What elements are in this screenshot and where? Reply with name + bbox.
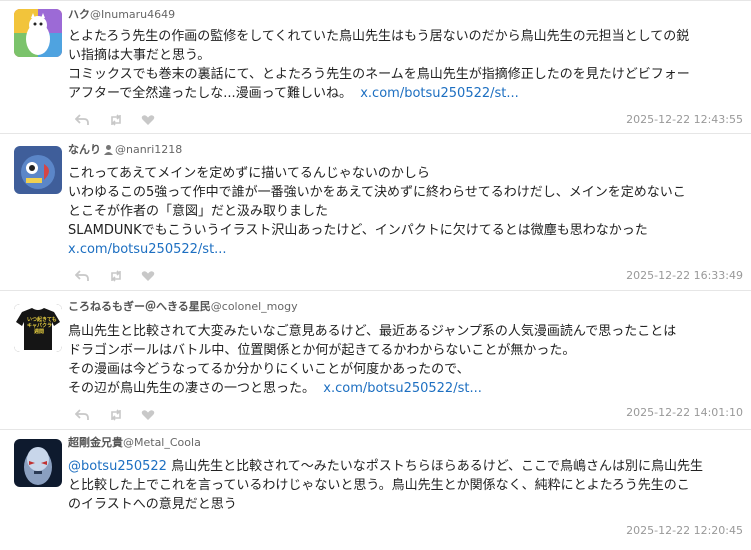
timestamp[interactable]: 2025-12-22 12:43:55: [626, 113, 743, 126]
tweet-line: と比較した上でこれを言っているわけじゃないと思う。鳥山先生とか関係なく、純粋にと…: [68, 478, 690, 493]
reply-icon[interactable]: [74, 268, 90, 284]
tweet-line: その漫画は今どうなってるか分かりにくいことが何度かあったので、: [68, 362, 470, 377]
user-handle[interactable]: @colonel_mogy: [211, 300, 298, 313]
user-handle[interactable]: @Inumaru4649: [90, 8, 175, 21]
tweet-link[interactable]: x.com/botsu250522/st...: [323, 381, 482, 396]
avatar[interactable]: [14, 439, 62, 487]
tweet-line-text: 鳥山先生と比較されて～みたいなポストちらほらあるけど、ここで鳥嶋さんは別に鳥山先…: [166, 459, 704, 474]
tweet-line: のイラストへの意見だと思う: [68, 497, 237, 512]
tweet: 超剛金兄貴@Metal_Coola @botsu250522 鳥山先生と比較され…: [0, 429, 751, 550]
retweet-icon[interactable]: [108, 268, 124, 284]
user-badge-icon: [103, 144, 114, 159]
tweet-text: 鳥山先生と比較されて大変みたいなご意見あるけど、最近あるジャンプ系の人気漫画読ん…: [68, 322, 744, 398]
user-handle[interactable]: @nanri1218: [115, 143, 182, 156]
tweet-header: ハク@Inumaru4649: [68, 8, 175, 22]
avatar[interactable]: [14, 9, 62, 57]
avatar[interactable]: いつ起きても キャパクラ 週間: [14, 304, 62, 352]
display-name[interactable]: ハク: [68, 8, 90, 21]
tweet-line: これってあえてメインを定めずに描いてるんじゃないのかしら: [68, 166, 430, 181]
heart-icon[interactable]: [140, 112, 156, 128]
tweet-line: その辺が鳥山先生の凄さの一つと思った。 x.com/botsu250522/st…: [68, 379, 744, 398]
tweet-link[interactable]: x.com/botsu250522/st...: [68, 242, 227, 257]
tweet-header: 超剛金兄貴@Metal_Coola: [68, 436, 201, 450]
reply-icon[interactable]: [74, 407, 90, 423]
heart-icon[interactable]: [140, 407, 156, 423]
timestamp[interactable]: 2025-12-22 12:20:45: [626, 524, 743, 537]
tweet-line: 鳥山先生と比較されて大変みたいなご意見あるけど、最近あるジャンプ系の人気漫画読ん…: [68, 324, 677, 339]
display-name[interactable]: ころねるもぎー＠へきる星民: [68, 300, 211, 313]
tweet-text: とよたろう先生の作画の監修をしてくれていた鳥山先生はもう居ないのだから鳥山先生の…: [68, 27, 744, 103]
reply-icon[interactable]: [74, 112, 90, 128]
tweet-line: いわゆるこの5強って作中で誰が一番強いかをあえて決めずに終わらせてるわけだし、メ…: [68, 185, 686, 200]
tweet-header: なんり @nanri1218: [68, 143, 182, 159]
tweet-line: x.com/botsu250522/st...: [68, 240, 744, 259]
shirt-print: いつ起きても キャパクラ 週間: [27, 317, 57, 335]
tweet-line-text: アフターで全然違ったしな...漫画って難しいね。: [68, 86, 352, 101]
timestamp[interactable]: 2025-12-22 16:33:49: [626, 269, 743, 282]
timestamp[interactable]: 2025-12-22 14:01:10: [626, 406, 743, 419]
tweet-line: @botsu250522 鳥山先生と比較されて～みたいなポストちらほらあるけど、…: [68, 457, 744, 476]
tweet-line-text: その辺が鳥山先生の凄さの一つと思った。: [68, 381, 316, 396]
user-handle[interactable]: @Metal_Coola: [123, 436, 201, 449]
heart-icon[interactable]: [140, 268, 156, 284]
tweet-line: とよたろう先生の作画の監修をしてくれていた鳥山先生はもう居ないのだから鳥山先生の…: [68, 29, 690, 44]
tweet-line: コミックスでも巻末の裏話にて、とよたろう先生のネームを鳥山先生が指摘修正したのを…: [68, 67, 690, 82]
avatar[interactable]: [14, 146, 62, 194]
tweet-link[interactable]: x.com/botsu250522/st...: [360, 86, 519, 101]
tweet: ハク@Inumaru4649 とよたろう先生の作画の監修をしてくれていた鳥山先生…: [0, 0, 751, 133]
tweet-line: とこそが作者の「意図」だと汲み取りました: [68, 204, 329, 219]
tweet: なんり @nanri1218 これってあえてメインを定めずに描いてるんじゃないのか…: [0, 133, 751, 290]
mention-link[interactable]: @botsu250522: [68, 459, 167, 474]
tweet-line: ドラゴンボールはバトル中、位置関係とか何が起きてるかわからないことが無かった。: [68, 343, 576, 358]
tweet-text: これってあえてメインを定めずに描いてるんじゃないのかしら いわゆるこの5強って作…: [68, 164, 744, 259]
tweet-line: アフターで全然違ったしな...漫画って難しいね。 x.com/botsu2505…: [68, 84, 744, 103]
display-name[interactable]: なんり: [68, 143, 101, 156]
tweet-header: ころねるもぎー＠へきる星民@colonel_mogy: [68, 300, 298, 314]
tweet-line: SLAMDUNKでもこういうイラスト沢山あったけど、インパクトに欠けてるとは微塵…: [68, 223, 648, 238]
display-name[interactable]: 超剛金兄貴: [68, 436, 123, 449]
tweet-line: い指摘は大事だと思う。: [68, 48, 211, 63]
retweet-icon[interactable]: [108, 112, 124, 128]
tweet: いつ起きても キャパクラ 週間 ころねるもぎー＠へきる星民@colonel_mo…: [0, 290, 751, 429]
tweet-text: @botsu250522 鳥山先生と比較されて～みたいなポストちらほらあるけど、…: [68, 457, 744, 514]
retweet-icon[interactable]: [108, 407, 124, 423]
